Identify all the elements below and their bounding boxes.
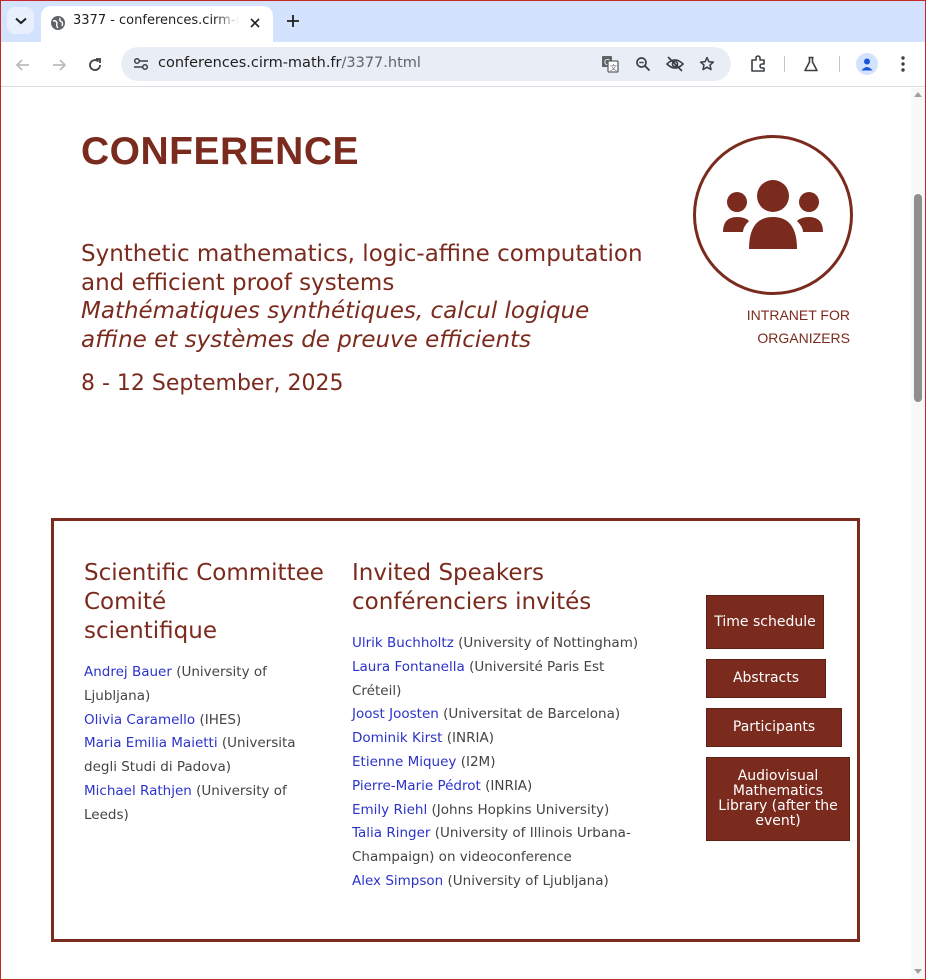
info-box: Scientific Committee Comité scientifique… (51, 518, 860, 942)
person-link[interactable]: Michael Rathjen (84, 783, 192, 799)
scroll-down-arrow-icon[interactable] (914, 969, 922, 974)
person-link[interactable]: Alex Simpson (352, 873, 443, 889)
person-affiliation: (Universitat de Barcelona) (438, 706, 621, 723)
extensions-icon[interactable] (746, 52, 770, 76)
person-item: Michael Rathjen (University of Leeds) (84, 780, 304, 828)
intranet-label[interactable]: INTRANET FOR ORGANIZERS (715, 304, 850, 350)
person-link[interactable]: Andrej Bauer (84, 664, 172, 680)
committee-list: Andrej Bauer (University of Ljubljana) Ol… (84, 661, 304, 828)
vertical-scrollbar[interactable] (911, 88, 926, 980)
more-icon[interactable] (891, 52, 915, 76)
back-icon[interactable] (10, 52, 36, 78)
person-item: Dominik Kirst (INRIA) (352, 727, 640, 751)
person-link[interactable]: Emily Riehl (352, 802, 427, 818)
person-item: Etienne Miquey (I2M) (352, 751, 640, 775)
tab-search-icon[interactable] (7, 7, 34, 34)
url-host: conferences.cirm-math.fr (158, 55, 342, 71)
person-affiliation: (University of Nottingham) (453, 635, 639, 651)
forward-icon[interactable] (46, 52, 72, 78)
speakers-list: Ulrik Buchholtz (University of Nottingha… (352, 632, 640, 894)
speakers-heading-line: conférenciers invités (352, 589, 592, 615)
address-bar[interactable]: conferences.cirm-math.fr/3377.html G文 (121, 47, 731, 81)
person-affiliation: (I2M) (456, 753, 496, 770)
people-group-icon (723, 180, 823, 249)
reload-icon[interactable] (82, 52, 108, 78)
globe-icon (50, 15, 66, 31)
participants-button[interactable]: Participants (706, 708, 842, 747)
scrollbar-thumb[interactable] (914, 194, 922, 402)
committee-heading-line: Scientific Committee (84, 560, 324, 586)
person-affiliation: (INRIA) (480, 777, 533, 794)
person-item: Talia Ringer (University of Illinois Urb… (352, 822, 640, 870)
person-item: Alex Simpson (University of Ljubljana) (352, 870, 640, 894)
person-item: Laura Fontanella (Université Paris Est C… (352, 656, 640, 704)
tab-strip: 3377 - conferences.cirm-math.fr (0, 0, 926, 42)
person-item: Olivia Caramello (IHES) (84, 709, 304, 733)
labs-icon[interactable] (799, 52, 823, 76)
browser-tab[interactable]: 3377 - conferences.cirm-math.fr (41, 6, 273, 42)
committee-heading-line: scientifique (84, 618, 217, 644)
url-text: conferences.cirm-math.fr/3377.html (158, 55, 421, 71)
person-item: Emily Riehl (Johns Hopkins University) (352, 799, 640, 823)
conference-title-fr: Mathématiques synthétiques, calcul logiq… (81, 298, 590, 353)
person-item: Andrej Bauer (University of Ljubljana) (84, 661, 304, 709)
page-label: CONFERENCE (81, 130, 360, 173)
speakers-heading-line: Invited Speakers (352, 560, 544, 586)
tab-title: 3377 - conferences.cirm-math.fr (73, 13, 239, 28)
intranet-label-line: INTRANET FOR (746, 307, 850, 323)
star-icon[interactable] (697, 54, 717, 74)
translate-icon[interactable]: G文 (600, 54, 620, 74)
toolbar-divider (784, 56, 785, 72)
plus-icon[interactable] (282, 10, 304, 32)
time-schedule-button[interactable]: Time schedule (706, 595, 824, 649)
person-link[interactable]: Pierre-Marie Pédrot (352, 778, 481, 794)
person-link[interactable]: Maria Emilia Maietti (84, 735, 218, 751)
person-link[interactable]: Dominik Kirst (352, 730, 442, 746)
conference-title-en: Synthetic mathematics, logic-affine comp… (81, 241, 643, 296)
scroll-up-arrow-icon[interactable] (914, 92, 922, 97)
person-item: Joost Joosten (Universitat de Barcelona) (352, 703, 640, 727)
person-link[interactable]: Ulrik Buchholtz (352, 635, 454, 651)
person-link[interactable]: Laura Fontanella (352, 659, 465, 675)
conference-dates: 8 - 12 September, 2025 (81, 371, 344, 396)
person-link[interactable]: Olivia Caramello (84, 712, 195, 728)
person-affiliation: (INRIA) (442, 730, 494, 747)
close-icon[interactable] (247, 15, 263, 31)
browser-toolbar: conferences.cirm-math.fr/3377.html G文 (0, 42, 926, 87)
person-affiliation: (IHES) (195, 711, 242, 728)
person-link[interactable]: Joost Joosten (352, 706, 439, 722)
person-link[interactable]: Etienne Miquey (352, 754, 456, 770)
page-viewport: CONFERENCE Synthetic mathematics, logic-… (0, 88, 911, 980)
profile-icon[interactable] (856, 53, 878, 75)
eye-off-icon[interactable] (665, 54, 685, 74)
committee-heading: Scientific Committee Comité scientifique (84, 559, 324, 646)
intranet-link[interactable] (693, 135, 853, 295)
speakers-heading: Invited Speakers conférenciers invités (352, 559, 591, 617)
audiovisual-library-button[interactable]: Audiovisual Mathematics Library (after t… (706, 757, 850, 841)
zoom-icon[interactable] (633, 54, 653, 74)
toolbar-divider (839, 56, 840, 72)
committee-heading-line: Comité (84, 589, 167, 615)
site-settings-icon[interactable] (129, 53, 153, 75)
intranet-label-line: ORGANIZERS (757, 330, 850, 346)
url-path: /3377.html (341, 55, 421, 71)
person-item: Pierre-Marie Pédrot (INRIA) (352, 775, 640, 799)
person-item: Ulrik Buchholtz (University of Nottingha… (352, 632, 640, 656)
person-item: Maria Emilia Maietti (Universita degli S… (84, 732, 304, 780)
person-link[interactable]: Talia Ringer (352, 825, 430, 841)
person-affiliation: (University of Ljubljana) (443, 872, 609, 889)
abstracts-button[interactable]: Abstracts (706, 659, 826, 698)
svg-text:文: 文 (610, 63, 617, 72)
person-affiliation: (Johns Hopkins University) (427, 801, 610, 818)
